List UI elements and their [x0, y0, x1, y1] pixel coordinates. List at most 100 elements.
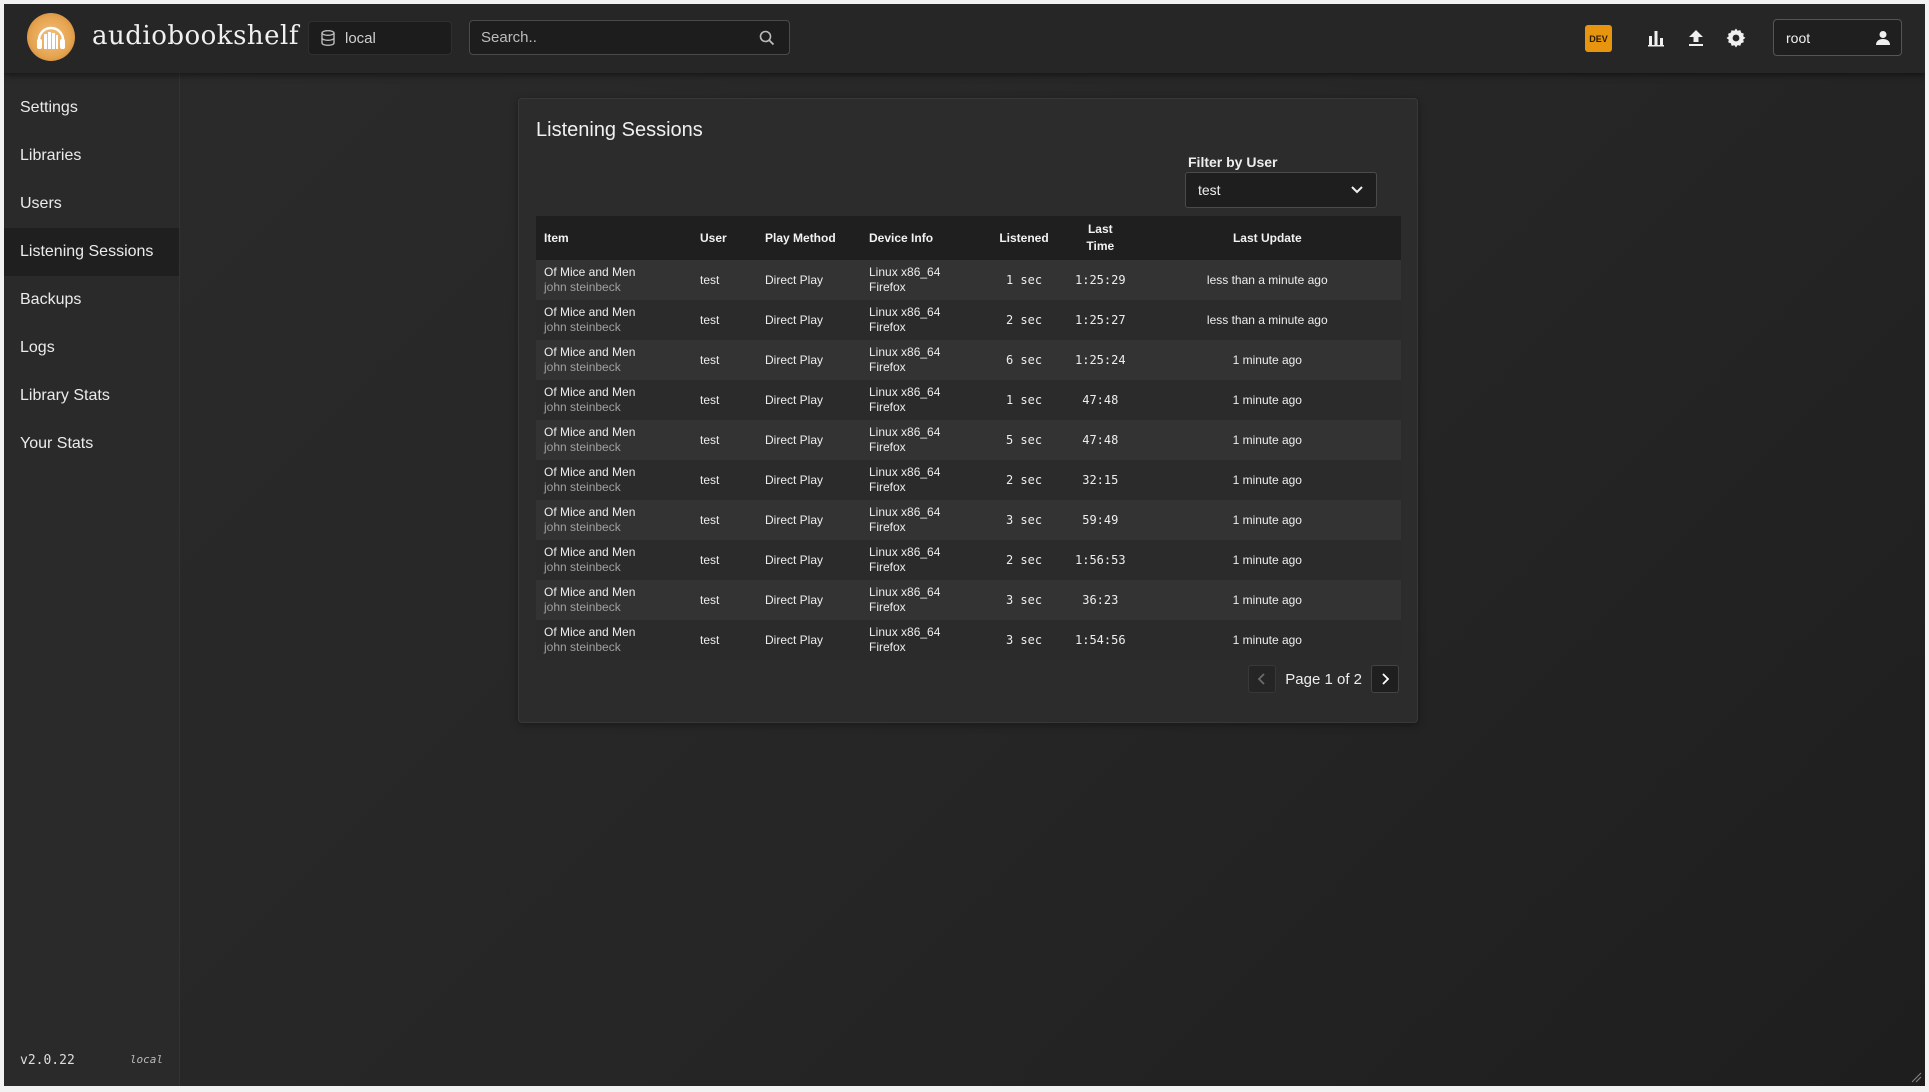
table-row[interactable]: Of Mice and Men john steinbeck test Direct …	[536, 300, 1401, 340]
database-icon	[321, 30, 335, 46]
cell-play-method: Direct Play	[757, 500, 861, 540]
device-platform: Linux x86_64	[869, 625, 941, 639]
prev-page-button[interactable]	[1248, 665, 1277, 693]
item-title: Of Mice and Men	[544, 425, 636, 439]
cell-listened: 2 sec	[981, 540, 1067, 580]
main-content: Listening Sessions Filter by User test I…	[180, 73, 1925, 1086]
column-header-listened: Listened	[981, 216, 1067, 260]
cell-user: test	[692, 420, 757, 460]
library-selector[interactable]: local	[308, 21, 452, 55]
cell-last-time: 47:48	[1067, 380, 1134, 420]
device-platform: Linux x86_64	[869, 305, 941, 319]
last-time-header-text: Last Time	[1086, 222, 1115, 253]
cell-device-info: Linux x86_64 Firefox	[861, 540, 981, 580]
filter-label: Filter by User	[1188, 154, 1278, 170]
table-row[interactable]: Of Mice and Men john steinbeck test Direct …	[536, 260, 1401, 300]
cell-device-info: Linux x86_64 Firefox	[861, 580, 981, 620]
settings-gear-icon[interactable]	[1724, 26, 1748, 50]
cell-listened: 3 sec	[981, 580, 1067, 620]
item-author: john steinbeck	[544, 480, 621, 494]
table-row[interactable]: Of Mice and Men john steinbeck test Direct …	[536, 620, 1401, 660]
upload-icon[interactable]	[1684, 26, 1708, 50]
sessions-panel: Listening Sessions Filter by User test I…	[518, 98, 1418, 723]
cell-listened: 1 sec	[981, 380, 1067, 420]
app-logo-icon[interactable]	[27, 13, 75, 61]
device-browser: Firefox	[869, 400, 906, 414]
cell-last-update: 1 minute ago	[1133, 580, 1401, 620]
sidebar-item-logs[interactable]: Logs	[4, 324, 179, 372]
device-browser: Firefox	[869, 360, 906, 374]
item-author: john steinbeck	[544, 600, 621, 614]
cell-item: Of Mice and Men john steinbeck	[536, 300, 692, 340]
cell-item: Of Mice and Men john steinbeck	[536, 260, 692, 300]
device-platform: Linux x86_64	[869, 545, 941, 559]
cell-last-time: 1:25:24	[1067, 340, 1134, 380]
next-page-button[interactable]	[1371, 665, 1399, 693]
app-title[interactable]: audiobookshelf	[92, 21, 299, 51]
cell-last-update: 1 minute ago	[1133, 500, 1401, 540]
cell-user: test	[692, 620, 757, 660]
device-platform: Linux x86_64	[869, 345, 941, 359]
chevron-down-icon	[1338, 185, 1364, 195]
version-label: v2.0.22	[20, 1053, 75, 1068]
item-author: john steinbeck	[544, 560, 621, 574]
table-row[interactable]: Of Mice and Men john steinbeck test Direct …	[536, 340, 1401, 380]
item-title: Of Mice and Men	[544, 305, 636, 319]
cell-item: Of Mice and Men john steinbeck	[536, 420, 692, 460]
cell-last-time: 1:56:53	[1067, 540, 1134, 580]
table-row[interactable]: Of Mice and Men john steinbeck test Direct …	[536, 420, 1401, 460]
sidebar-item-listening-sessions[interactable]: Listening Sessions	[4, 228, 179, 276]
device-platform: Linux x86_64	[869, 505, 941, 519]
page-indicator: Page 1 of 2	[1285, 670, 1362, 688]
item-author: john steinbeck	[544, 440, 621, 454]
search-input[interactable]	[470, 28, 759, 47]
item-title: Of Mice and Men	[544, 625, 636, 639]
sidebar-item-settings[interactable]: Settings	[4, 84, 179, 132]
stats-icon[interactable]	[1644, 26, 1668, 50]
table-row[interactable]: Of Mice and Men john steinbeck test Direct …	[536, 540, 1401, 580]
cell-device-info: Linux x86_64 Firefox	[861, 500, 981, 540]
resize-grip-icon[interactable]	[1910, 1071, 1922, 1083]
item-author: john steinbeck	[544, 520, 621, 534]
cell-item: Of Mice and Men john steinbeck	[536, 340, 692, 380]
column-header-device-info: Device Info	[861, 216, 981, 260]
sidebar-item-libraries[interactable]: Libraries	[4, 132, 179, 180]
user-menu-button[interactable]: root	[1773, 19, 1902, 56]
cell-last-update: less than a minute ago	[1133, 260, 1401, 300]
cell-play-method: Direct Play	[757, 420, 861, 460]
cell-last-update: 1 minute ago	[1133, 620, 1401, 660]
table-body: Of Mice and Men john steinbeck test Direct …	[536, 260, 1401, 660]
cell-user: test	[692, 540, 757, 580]
filter-user-dropdown[interactable]: test	[1185, 172, 1377, 208]
item-title: Of Mice and Men	[544, 465, 636, 479]
table-row[interactable]: Of Mice and Men john steinbeck test Direct …	[536, 580, 1401, 620]
pagination: Page 1 of 2	[1248, 665, 1399, 693]
sidebar-item-library-stats[interactable]: Library Stats	[4, 372, 179, 420]
cell-last-update: 1 minute ago	[1133, 420, 1401, 460]
cell-item: Of Mice and Men john steinbeck	[536, 580, 692, 620]
item-title: Of Mice and Men	[544, 545, 636, 559]
device-browser: Firefox	[869, 480, 906, 494]
item-author: john steinbeck	[544, 320, 621, 334]
cell-last-time: 36:23	[1067, 580, 1134, 620]
cell-play-method: Direct Play	[757, 580, 861, 620]
sidebar-item-your-stats[interactable]: Your Stats	[4, 420, 179, 468]
chevron-right-icon	[1382, 673, 1390, 685]
search-box[interactable]	[469, 20, 790, 55]
username: root	[1786, 29, 1811, 46]
device-platform: Linux x86_64	[869, 265, 941, 279]
cell-listened: 1 sec	[981, 260, 1067, 300]
sidebar-item-backups[interactable]: Backups	[4, 276, 179, 324]
table-row[interactable]: Of Mice and Men john steinbeck test Direct …	[536, 460, 1401, 500]
cell-last-update: 1 minute ago	[1133, 540, 1401, 580]
sidebar-item-users[interactable]: Users	[4, 180, 179, 228]
cell-last-update: 1 minute ago	[1133, 340, 1401, 380]
table-row[interactable]: Of Mice and Men john steinbeck test Direct …	[536, 500, 1401, 540]
table-header-row: Item User Play Method Device Info Listen…	[536, 216, 1401, 260]
search-icon[interactable]	[759, 30, 779, 46]
cell-last-update: 1 minute ago	[1133, 380, 1401, 420]
cell-item: Of Mice and Men john steinbeck	[536, 380, 692, 420]
table-row[interactable]: Of Mice and Men john steinbeck test Direct …	[536, 380, 1401, 420]
device-browser: Firefox	[869, 440, 906, 454]
cell-user: test	[692, 380, 757, 420]
